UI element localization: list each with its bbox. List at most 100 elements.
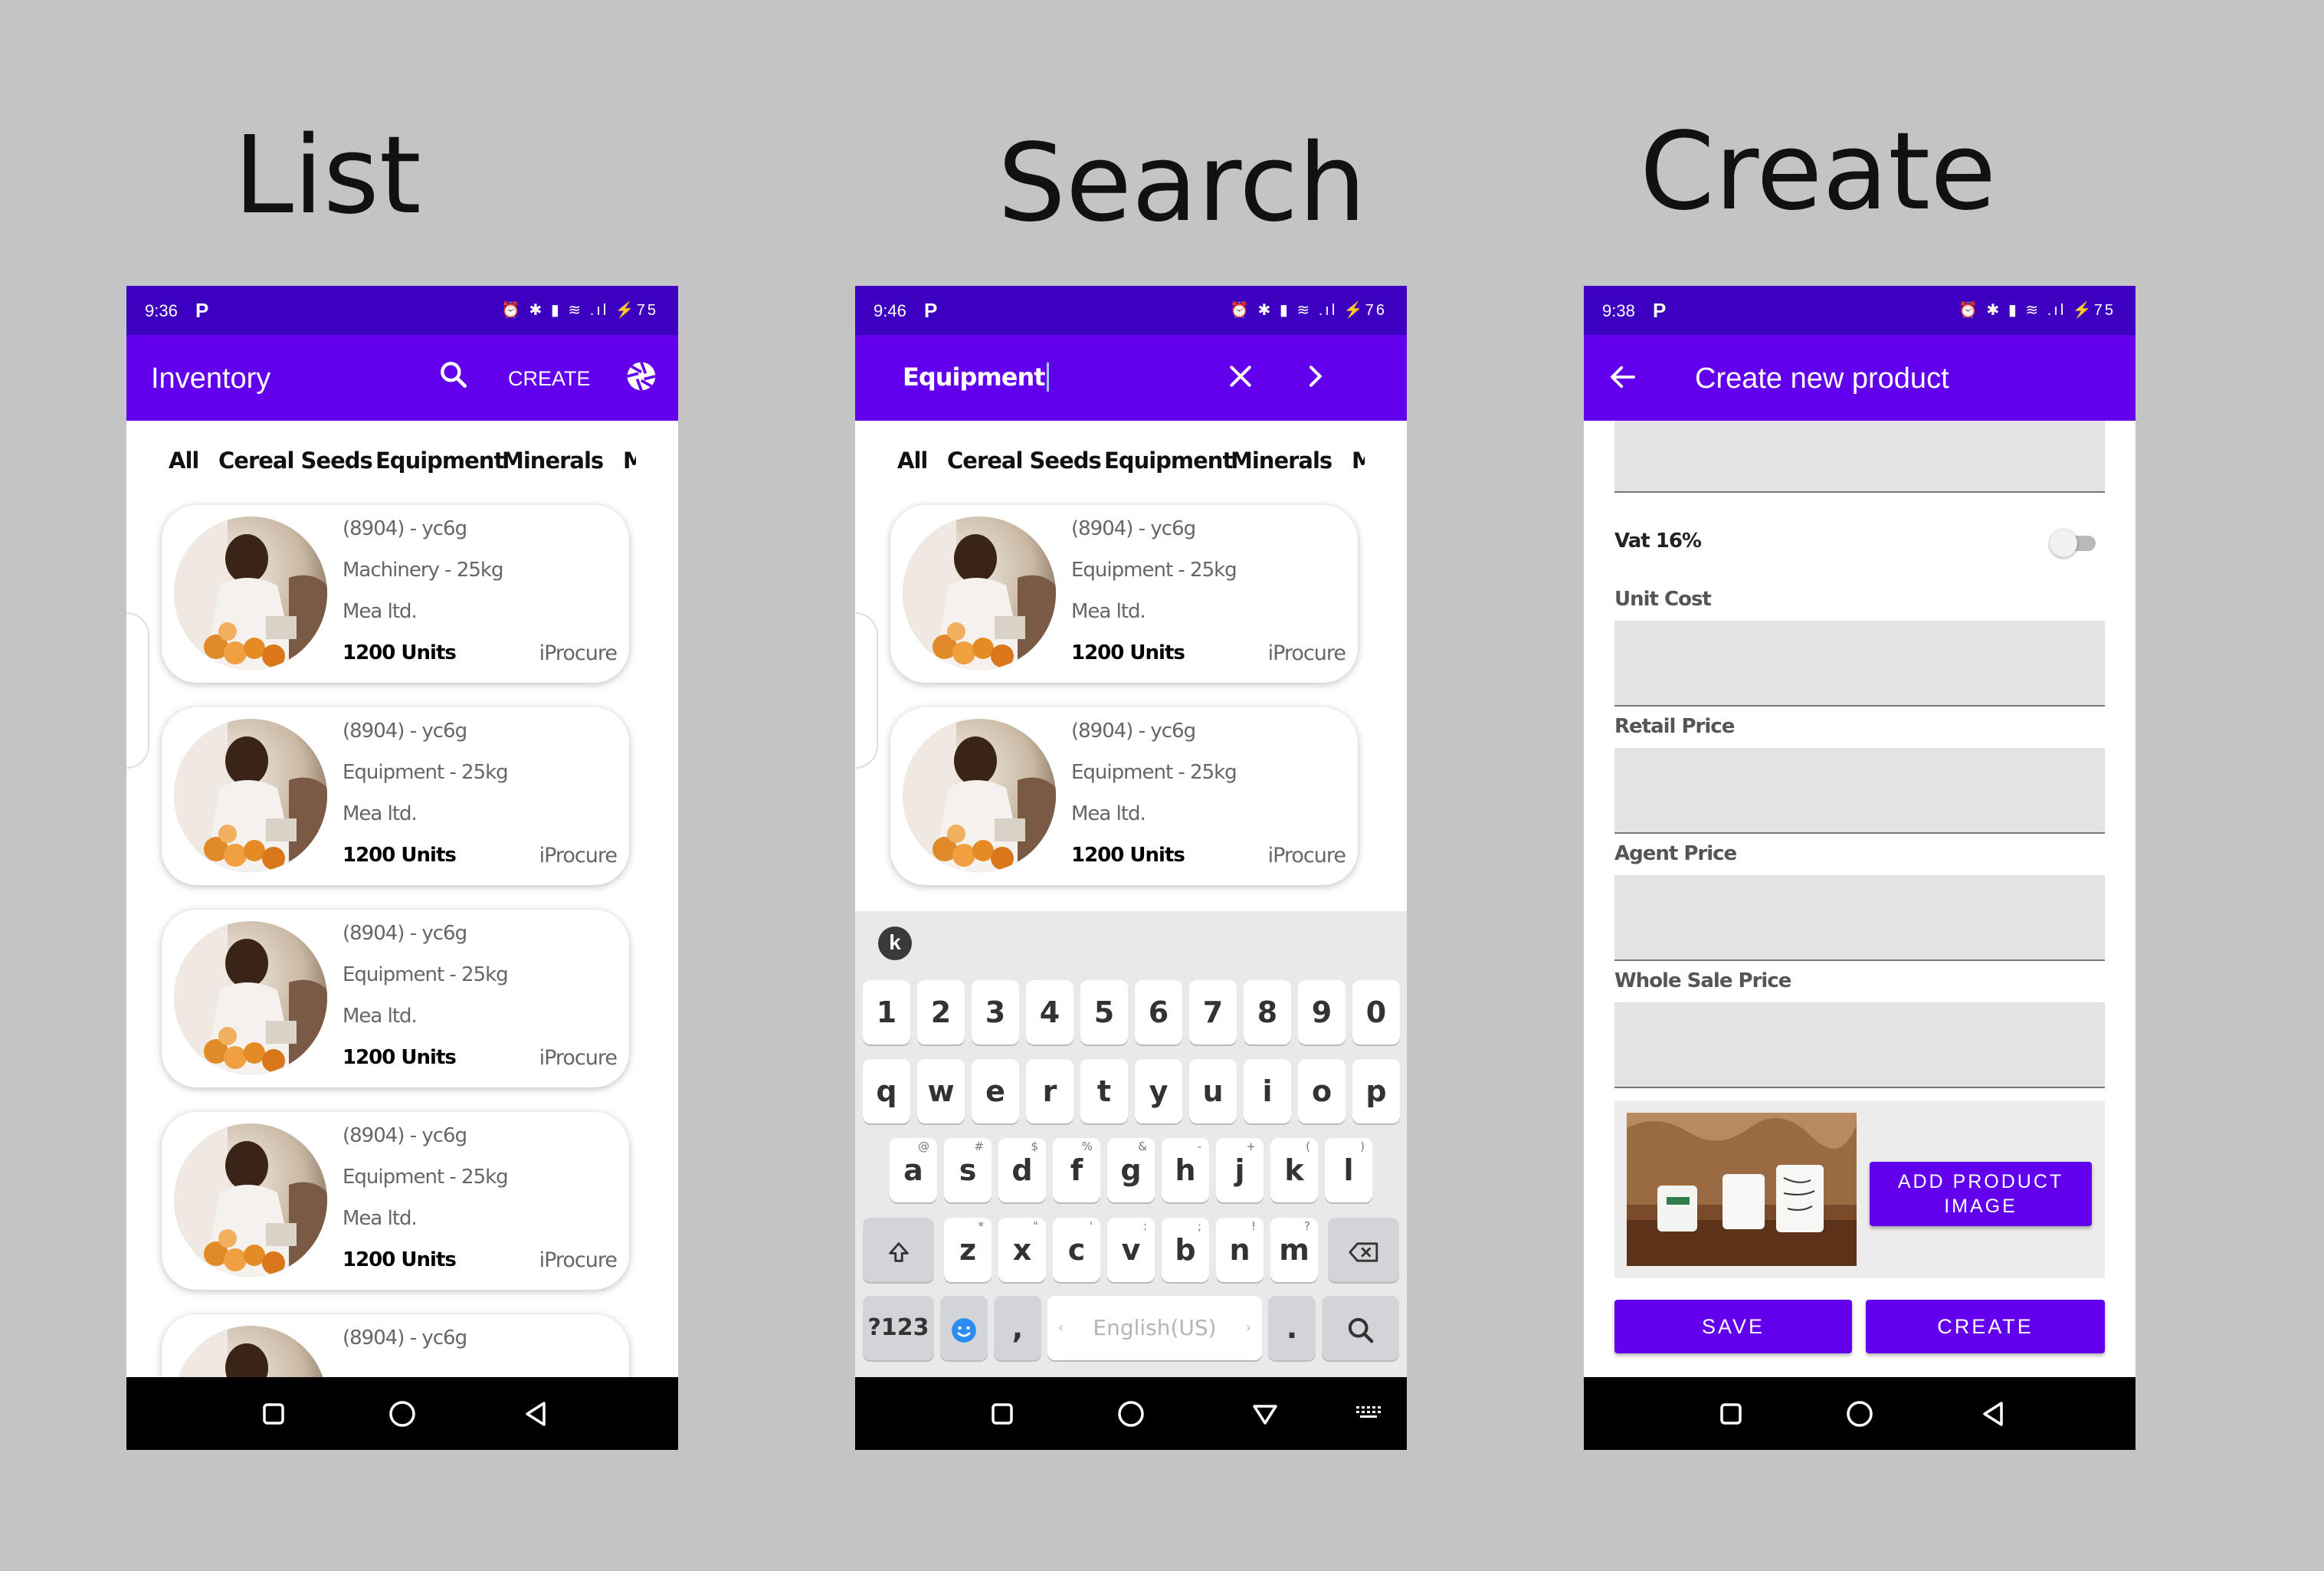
wholesale-price-field[interactable] [1614,1002,2105,1088]
tab-minerals[interactable]: Minerals [1231,448,1332,474]
key-i[interactable]: i [1244,1059,1291,1123]
key-h[interactable]: h- [1162,1138,1209,1202]
category-tabs: All Cereal Seeds Equipment Minerals Ma [126,421,678,505]
back-arrow-icon[interactable] [1607,361,1639,401]
search-input[interactable]: Equipment [903,362,1049,392]
home-circle-icon[interactable] [1844,1399,1875,1429]
key-k[interactable]: k( [1270,1138,1318,1202]
key-n[interactable]: n! [1216,1218,1264,1282]
create-button[interactable]: CREATE [1866,1300,2105,1353]
list-item[interactable]: (8904) - yc6g Machinery - 25kg Mea ltd. … [162,505,629,683]
key-7[interactable]: 7 [1189,980,1237,1045]
recents-square-icon[interactable] [258,1399,289,1429]
key-u[interactable]: u [1189,1059,1237,1123]
tab-more[interactable]: Ma [1352,448,1365,474]
shift-key[interactable] [863,1218,934,1282]
key-5[interactable]: 5 [1080,980,1128,1045]
retail-price-field[interactable] [1614,748,2105,834]
space-bar[interactable]: ‹ English(US) › [1047,1296,1262,1360]
side-drawer-handle[interactable] [126,612,149,769]
previous-input-field[interactable] [1614,421,2105,493]
list-item[interactable]: (8904) - yc6g Equipment - 25kg Mea ltd. … [162,1112,629,1290]
keyboard-switch-icon[interactable] [1355,1404,1382,1422]
comma-key[interactable]: , [994,1296,1041,1360]
key-e[interactable]: e [972,1059,1019,1123]
create-button[interactable]: CREATE [508,367,591,391]
key-6[interactable]: 6 [1135,980,1182,1045]
tab-more[interactable]: Ma [623,448,636,474]
hide-keyboard-icon[interactable] [1250,1399,1280,1429]
key-label: m [1279,1233,1310,1267]
unit-cost-field[interactable] [1614,621,2105,707]
key-f[interactable]: f% [1053,1138,1100,1202]
tab-all[interactable]: All [897,448,928,474]
key-m[interactable]: m? [1270,1218,1318,1282]
recents-square-icon[interactable] [987,1399,1018,1429]
close-icon[interactable] [1225,361,1256,399]
search-key[interactable] [1322,1296,1399,1360]
key-q[interactable]: q [863,1059,910,1123]
key-z[interactable]: z * [944,1218,992,1282]
key-r[interactable]: r [1026,1059,1073,1123]
phone-search-screen: 9:46 P ⏰ ✱ ▮ ≋ .ıl ⚡76 Equipment All Cer… [855,286,1407,1450]
key-w[interactable]: w [917,1059,965,1123]
tab-cereal-seeds[interactable]: Cereal Seeds [947,448,1102,474]
search-icon[interactable] [437,358,470,399]
key-p[interactable]: p [1352,1059,1400,1123]
key-d[interactable]: d $ [998,1138,1046,1202]
keyboard-logo-icon[interactable]: k [878,927,912,960]
key-a[interactable]: a @ [890,1138,937,1202]
save-button[interactable]: SAVE [1614,1300,1852,1353]
key-8[interactable]: 8 [1244,980,1291,1045]
add-product-image-button[interactable]: ADD PRODUCT IMAGE [1870,1162,2092,1226]
chevron-right-icon[interactable] [1300,361,1330,399]
back-triangle-icon[interactable] [1978,1399,2009,1429]
key-l[interactable]: l) [1325,1138,1372,1202]
list-item[interactable]: (8904) - yc6g Equipment - 25kg Mea ltd. … [162,910,629,1087]
emoji-key[interactable] [940,1296,988,1360]
tab-all[interactable]: All [169,448,199,474]
key-9[interactable]: 9 [1298,980,1346,1045]
key-g[interactable]: g & [1107,1138,1155,1202]
tab-cereal-seeds[interactable]: Cereal Seeds [218,448,373,474]
tab-equipment[interactable]: Equipment [375,448,504,474]
key-0[interactable]: 0 [1352,980,1400,1045]
key-label: 4 [1039,995,1060,1029]
key-label: 7 [1202,995,1224,1029]
key-3[interactable]: 3 [972,980,1019,1045]
key-label: e [985,1074,1005,1108]
key-1[interactable]: 1 [863,980,910,1045]
key-b[interactable]: b; [1162,1218,1209,1282]
tab-equipment[interactable]: Equipment [1104,448,1233,474]
home-circle-icon[interactable] [1116,1399,1146,1429]
side-drawer-handle[interactable] [855,612,878,769]
aperture-icon[interactable] [624,359,658,401]
period-key[interactable]: . [1268,1296,1316,1360]
key-s[interactable]: s # [944,1138,992,1202]
app-bar: Create new product [1584,335,2136,421]
key-j[interactable]: j + [1216,1138,1264,1202]
key-4[interactable]: 4 [1026,980,1073,1045]
home-circle-icon[interactable] [387,1399,418,1429]
key-y[interactable]: y [1135,1059,1182,1123]
search-bar: Equipment [855,335,1407,421]
backspace-key[interactable] [1328,1218,1399,1282]
key-c[interactable]: c ' [1053,1218,1100,1282]
symbols-key[interactable]: ?123 [863,1296,934,1360]
status-icons: ⏰ ✱ ▮ ≋ .ıl ⚡76 [1230,302,1387,319]
space-right-chevron-icon: › [1245,1320,1251,1336]
list-item[interactable]: (8904) - yc6g Equipment - 25kg Mea ltd. … [890,505,1358,683]
list-item[interactable]: (8904) - yc6g Equipment - 25kg Mea ltd. … [162,707,629,885]
key-label: 9 [1311,995,1332,1029]
back-triangle-icon[interactable] [521,1399,552,1429]
key-t[interactable]: t [1080,1059,1128,1123]
key-x[interactable]: x " [998,1218,1046,1282]
key-2[interactable]: 2 [917,980,965,1045]
agent-price-field[interactable] [1614,875,2105,961]
key-v[interactable]: v: [1107,1218,1155,1282]
recents-square-icon[interactable] [1716,1399,1746,1429]
list-item[interactable]: (8904) - yc6g Equipment - 25kg Mea ltd. … [890,707,1358,885]
key-o[interactable]: o [1298,1059,1346,1123]
tab-minerals[interactable]: Minerals [502,448,604,474]
vat-toggle[interactable] [2050,530,2099,557]
